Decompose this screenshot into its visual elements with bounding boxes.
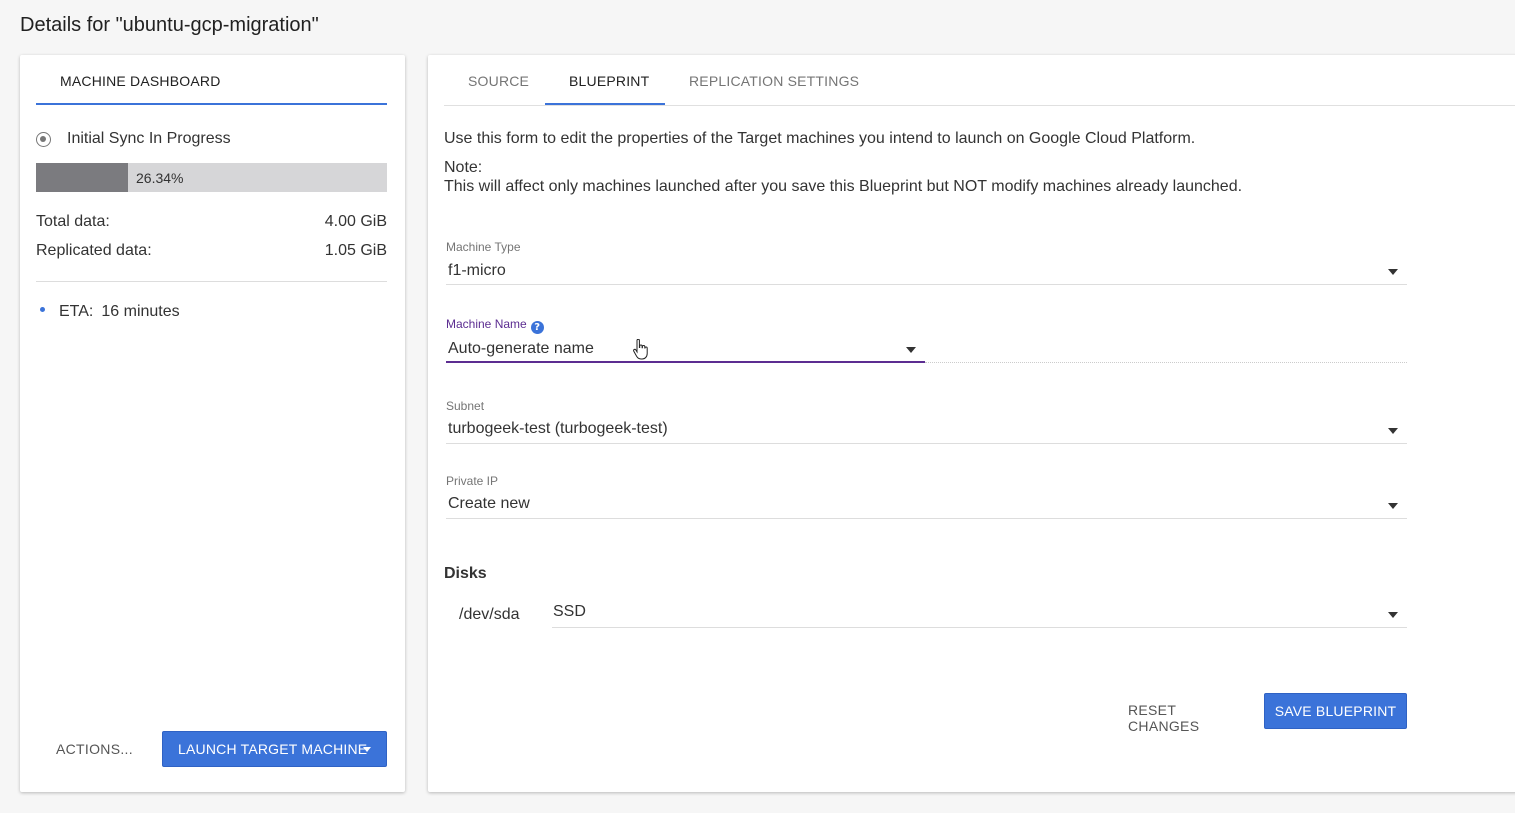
launch-target-machine-label: LAUNCH TARGET MACHINE bbox=[178, 741, 368, 757]
subnet-select[interactable]: Subnet turbogeek-test (turbogeek-test) bbox=[446, 399, 1407, 445]
eta-value: 16 minutes bbox=[101, 303, 180, 320]
subnet-value: turbogeek-test (turbogeek-test) bbox=[448, 420, 668, 437]
chevron-down-icon[interactable] bbox=[1388, 612, 1398, 618]
reset-changes-button[interactable]: RESET CHANGES bbox=[1128, 702, 1240, 734]
disk-device-name: /dev/sda bbox=[459, 606, 520, 623]
private-ip-label: Private IP bbox=[446, 474, 499, 488]
machine-name-label-row: Machine Name? bbox=[446, 317, 544, 334]
progress-percentage: 26.34% bbox=[136, 170, 184, 186]
field-underline bbox=[446, 518, 1407, 519]
sync-progress-icon bbox=[36, 132, 51, 147]
disk-type-value: SSD bbox=[553, 603, 586, 620]
tab-source-label: SOURCE bbox=[468, 73, 530, 89]
sync-status-row: Initial Sync In Progress bbox=[36, 128, 387, 150]
save-blueprint-button[interactable]: SAVE BLUEPRINT bbox=[1264, 693, 1407, 729]
disks-heading: Disks bbox=[444, 565, 487, 582]
disk-type-select[interactable]: SSD bbox=[552, 601, 1407, 629]
machine-name-label: Machine Name bbox=[446, 317, 527, 331]
tab-machine-dashboard-label: MACHINE DASHBOARD bbox=[60, 73, 221, 89]
total-data-value: 4.00 GiB bbox=[324, 213, 387, 230]
chevron-down-icon[interactable] bbox=[1388, 428, 1398, 434]
tab-blueprint-label: BLUEPRINT bbox=[569, 73, 650, 89]
tab-blueprint[interactable]: BLUEPRINT bbox=[545, 55, 665, 105]
chevron-down-icon bbox=[363, 747, 371, 752]
machine-type-value: f1-micro bbox=[448, 262, 506, 279]
divider bbox=[36, 281, 387, 282]
eta-label: ETA: bbox=[59, 303, 94, 320]
launch-target-machine-button[interactable]: LAUNCH TARGET MACHINE bbox=[162, 731, 387, 767]
replication-progress-bar: 26.34% bbox=[36, 163, 387, 192]
total-data-label: Total data: bbox=[36, 213, 110, 230]
eta-row: ETA: 16 minutes bbox=[40, 303, 180, 321]
field-focus-underline bbox=[446, 361, 925, 363]
private-ip-select[interactable]: Private IP Create new bbox=[446, 474, 1407, 520]
sync-status-text: Initial Sync In Progress bbox=[67, 130, 231, 147]
actions-button[interactable]: ACTIONS... bbox=[56, 738, 142, 760]
machine-name-select[interactable]: Machine Name? Auto-generate name bbox=[446, 317, 1407, 363]
machine-type-select[interactable]: Machine Type f1-micro bbox=[446, 240, 1407, 286]
replicated-data-row: Replicated data: 1.05 GiB bbox=[36, 242, 387, 264]
chevron-down-icon[interactable] bbox=[1388, 269, 1398, 275]
blueprint-panel: SOURCE BLUEPRINT REPLICATION SETTINGS Us… bbox=[428, 55, 1515, 792]
machine-type-label: Machine Type bbox=[446, 240, 521, 254]
private-ip-value: Create new bbox=[448, 495, 530, 512]
chevron-down-icon[interactable] bbox=[906, 347, 916, 353]
bullet-icon bbox=[40, 307, 45, 313]
field-underline bbox=[446, 284, 1407, 285]
tab-machine-dashboard[interactable]: MACHINE DASHBOARD bbox=[36, 55, 387, 105]
form-intro-text: Use this form to edit the properties of … bbox=[444, 130, 1196, 147]
field-underline bbox=[925, 362, 1407, 363]
replicated-data-label: Replicated data: bbox=[36, 242, 152, 259]
machine-name-value: Auto-generate name bbox=[448, 340, 594, 357]
field-underline bbox=[552, 627, 1407, 628]
total-data-row: Total data: 4.00 GiB bbox=[36, 213, 387, 235]
hand-pointer-cursor-icon bbox=[633, 339, 648, 360]
page-title: Details for "ubuntu-gcp-migration" bbox=[20, 14, 319, 36]
tab-replication-settings-label: REPLICATION SETTINGS bbox=[689, 73, 860, 89]
chevron-down-icon[interactable] bbox=[1388, 503, 1398, 509]
tab-bar: SOURCE BLUEPRINT REPLICATION SETTINGS bbox=[444, 55, 1515, 106]
help-icon[interactable]: ? bbox=[530, 321, 544, 334]
subnet-label: Subnet bbox=[446, 399, 485, 413]
note-text: This will affect only machines launched … bbox=[444, 178, 1243, 195]
machine-dashboard-panel: MACHINE DASHBOARD Initial Sync In Progre… bbox=[20, 55, 405, 792]
progress-bar-fill bbox=[36, 163, 129, 192]
replicated-data-value: 1.05 GiB bbox=[324, 242, 387, 259]
tab-replication-settings[interactable]: REPLICATION SETTINGS bbox=[665, 55, 865, 105]
tab-source[interactable]: SOURCE bbox=[444, 55, 545, 105]
note-heading: Note: bbox=[444, 159, 483, 176]
field-underline bbox=[446, 443, 1407, 444]
